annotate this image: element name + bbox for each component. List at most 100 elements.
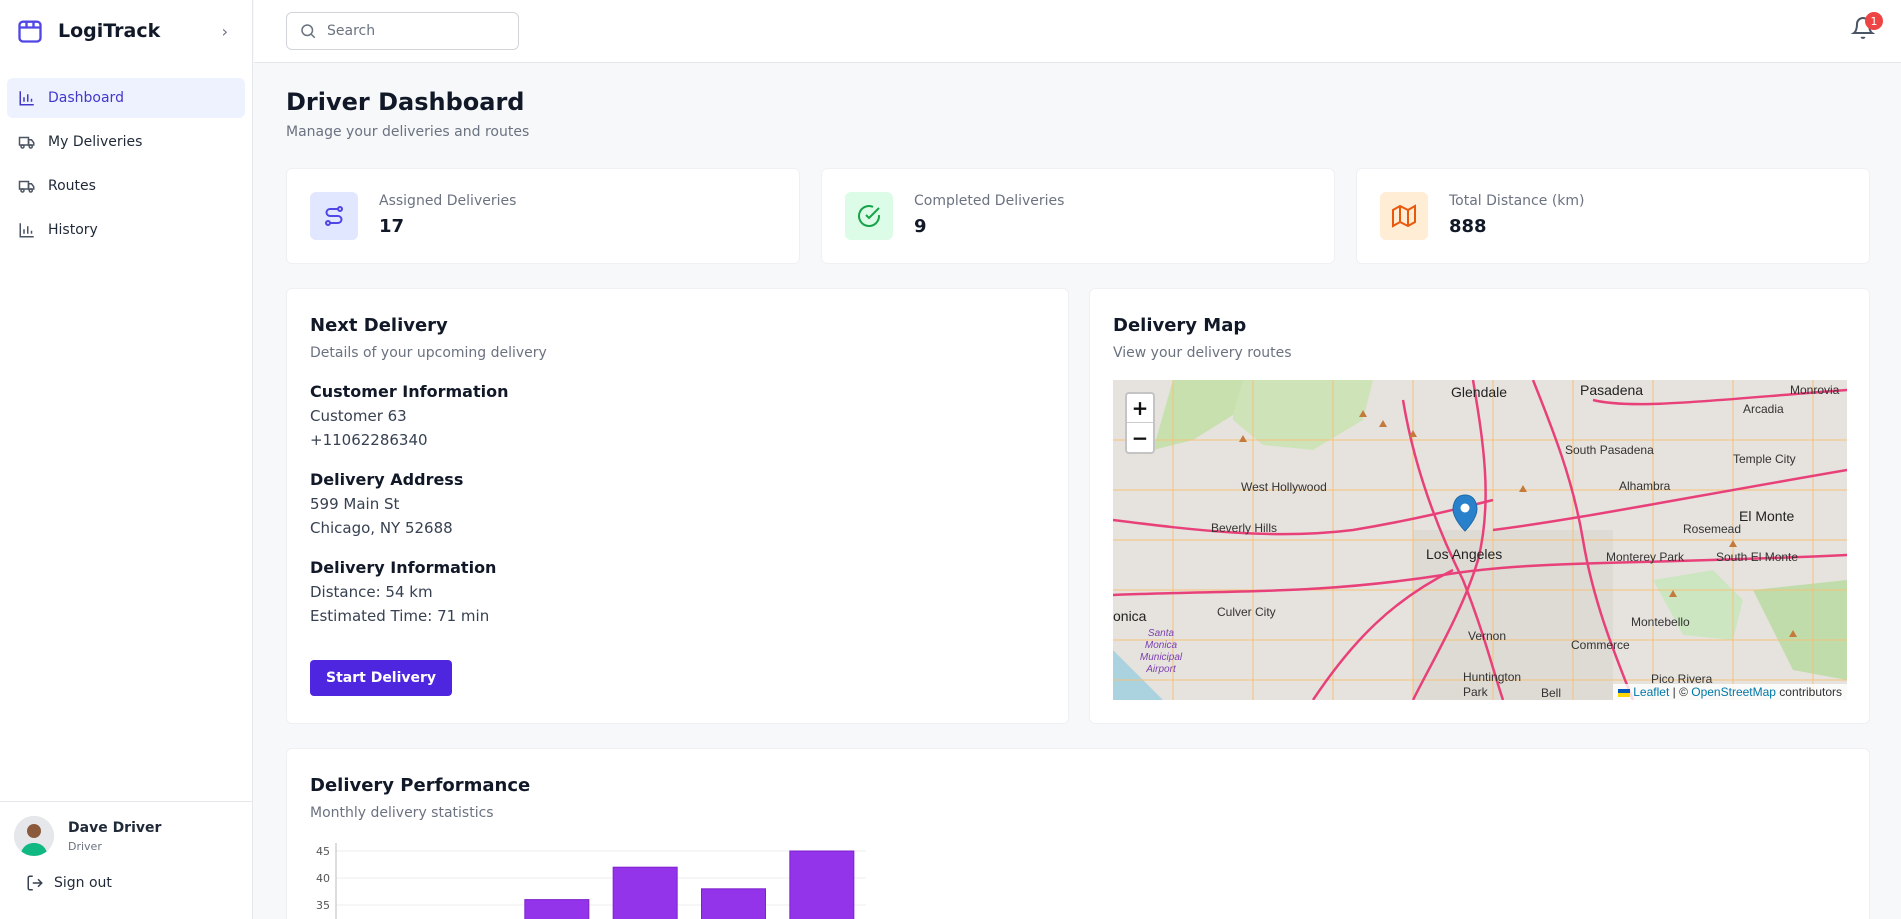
chart-bar[interactable] — [789, 850, 855, 919]
map-label: Pasadena — [1580, 382, 1644, 398]
map-label: Vernon — [1468, 629, 1507, 643]
delivery-address: Delivery Address 599 Main St Chicago, NY… — [310, 470, 463, 537]
stat-label: Assigned Deliveries — [379, 193, 517, 209]
y-tick-label: 40 — [316, 872, 330, 885]
map-label: Huntington Park — [1463, 670, 1522, 699]
avatar-image — [14, 816, 54, 856]
user-panel: Dave Driver Driver Sign out — [0, 801, 252, 919]
card-title: Next Delivery — [310, 315, 448, 336]
notifications-button[interactable]: 1 — [1850, 12, 1883, 42]
map-label: Bell — [1541, 686, 1562, 700]
search-input[interactable] — [327, 23, 497, 39]
stat-value: 9 — [914, 216, 927, 237]
truck-icon — [18, 136, 35, 149]
map-label: Beverly Hills — [1211, 521, 1278, 535]
map-label: South El Monte — [1716, 550, 1799, 564]
address-line2: Chicago, NY 52688 — [310, 519, 453, 537]
attribution-separator: | © — [1669, 685, 1692, 699]
map-label: Monrovia — [1790, 383, 1840, 397]
attribution-tail: contributors — [1775, 685, 1842, 699]
delivery-distance: Distance: 54 km — [310, 583, 433, 601]
map-label: Alhambra — [1619, 479, 1671, 493]
page-subtitle: Manage your deliveries and routes — [286, 124, 530, 140]
map-tiles — [1113, 380, 1847, 700]
info-heading: Delivery Information — [310, 558, 497, 577]
address-heading: Delivery Address — [310, 470, 464, 489]
chart-bar[interactable] — [612, 866, 678, 919]
page-title: Driver Dashboard — [286, 88, 525, 116]
user-role: Driver — [68, 839, 102, 853]
performance-chart: 45 40 35 — [316, 843, 866, 919]
map-label: Santa Monica Municipal Airport — [1139, 628, 1183, 675]
ukraine-flag-icon — [1617, 688, 1630, 697]
delivery-performance-card: Delivery Performance Monthly delivery st… — [286, 748, 1870, 919]
sidebar-item-my-deliveries[interactable]: My Deliveries — [7, 122, 245, 162]
osm-link[interactable]: OpenStreetMap — [1691, 685, 1776, 699]
card-title: Delivery Performance — [310, 775, 531, 796]
card-title: Delivery Map — [1113, 315, 1247, 336]
sidebar-nav: Dashboard My Deliveries Routes History — [0, 62, 252, 250]
delivery-info: Delivery Information Distance: 54 km Est… — [310, 558, 496, 625]
stat-value: 17 — [379, 216, 405, 237]
map-attribution: Leaflet | © OpenStreetMap contributors — [1612, 684, 1847, 700]
sign-out-label: Sign out — [54, 875, 112, 891]
sidebar: LogiTrack › Dashboard My Deliveries Rout… — [0, 0, 253, 919]
map-label: South Pasadena — [1565, 443, 1654, 457]
customer-name: Customer 63 — [310, 407, 407, 425]
map-label: El Monte — [1739, 508, 1795, 524]
map-view[interactable]: Glendale Pasadena Monrovia Arcadia South… — [1113, 380, 1847, 700]
brand: LogiTrack › — [0, 0, 252, 62]
card-subtitle: Monthly delivery statistics — [310, 805, 494, 821]
zoom-out-button[interactable]: − — [1127, 423, 1153, 452]
truck-icon — [18, 180, 35, 193]
search-box[interactable] — [286, 12, 519, 50]
customer-phone: +11062286340 — [310, 431, 428, 449]
leaflet-link[interactable]: Leaflet — [1633, 685, 1669, 699]
delivery-map-card: Delivery Map View your delivery routes G… — [1089, 288, 1870, 724]
map-label: Monterey Park — [1606, 550, 1685, 564]
sign-out-button[interactable]: Sign out — [0, 856, 252, 892]
bar-chart-icon — [19, 223, 34, 238]
user-profile[interactable]: Dave Driver Driver — [0, 802, 252, 856]
address-line1: 599 Main St — [310, 495, 400, 513]
map-label: Glendale — [1451, 384, 1508, 400]
sidebar-item-label: Routes — [48, 178, 96, 194]
stat-card-distance: Total Distance (km) 888 — [1356, 168, 1870, 264]
route-icon — [310, 192, 358, 240]
map-label: onica — [1113, 608, 1147, 624]
stat-label: Completed Deliveries — [914, 193, 1065, 209]
check-circle-icon — [845, 192, 893, 240]
card-subtitle: Details of your upcoming delivery — [310, 345, 547, 361]
logout-icon — [27, 875, 43, 891]
map-icon — [1380, 192, 1428, 240]
sidebar-item-dashboard[interactable]: Dashboard — [7, 78, 245, 118]
zoom-control: + − — [1125, 392, 1155, 454]
chart-bar[interactable] — [524, 899, 590, 919]
sidebar-item-history[interactable]: History — [7, 210, 245, 250]
delivery-eta: Estimated Time: 71 min — [310, 607, 490, 625]
app-name: LogiTrack — [58, 20, 161, 42]
map-label: Culver City — [1217, 605, 1276, 619]
chart-bar[interactable] — [701, 888, 766, 919]
customer-info: Customer Information Customer 63 +110622… — [310, 382, 508, 449]
map-label: Rosemead — [1683, 522, 1742, 536]
map-label: Arcadia — [1743, 402, 1784, 416]
avatar — [14, 816, 54, 856]
customer-heading: Customer Information — [310, 382, 509, 401]
sidebar-item-label: Dashboard — [48, 90, 124, 106]
stat-card-completed: Completed Deliveries 9 — [821, 168, 1335, 264]
search-icon — [301, 24, 316, 39]
notification-badge: 1 — [1865, 12, 1883, 30]
zoom-in-button[interactable]: + — [1127, 394, 1153, 423]
map-label: Los Angeles — [1426, 546, 1503, 562]
next-delivery-card: Next Delivery Details of your upcoming d… — [286, 288, 1069, 724]
sidebar-item-label: History — [48, 222, 98, 238]
start-delivery-button[interactable]: Start Delivery — [310, 660, 453, 696]
map-label: West Hollywood — [1241, 480, 1327, 494]
sidebar-item-routes[interactable]: Routes — [7, 166, 245, 206]
map-label: Montebello — [1631, 615, 1690, 629]
top-bar: 1 — [254, 0, 1901, 63]
chevron-right-icon[interactable]: › — [222, 22, 236, 41]
map-label: Commerce — [1571, 638, 1630, 652]
bar-chart-icon — [19, 91, 34, 106]
